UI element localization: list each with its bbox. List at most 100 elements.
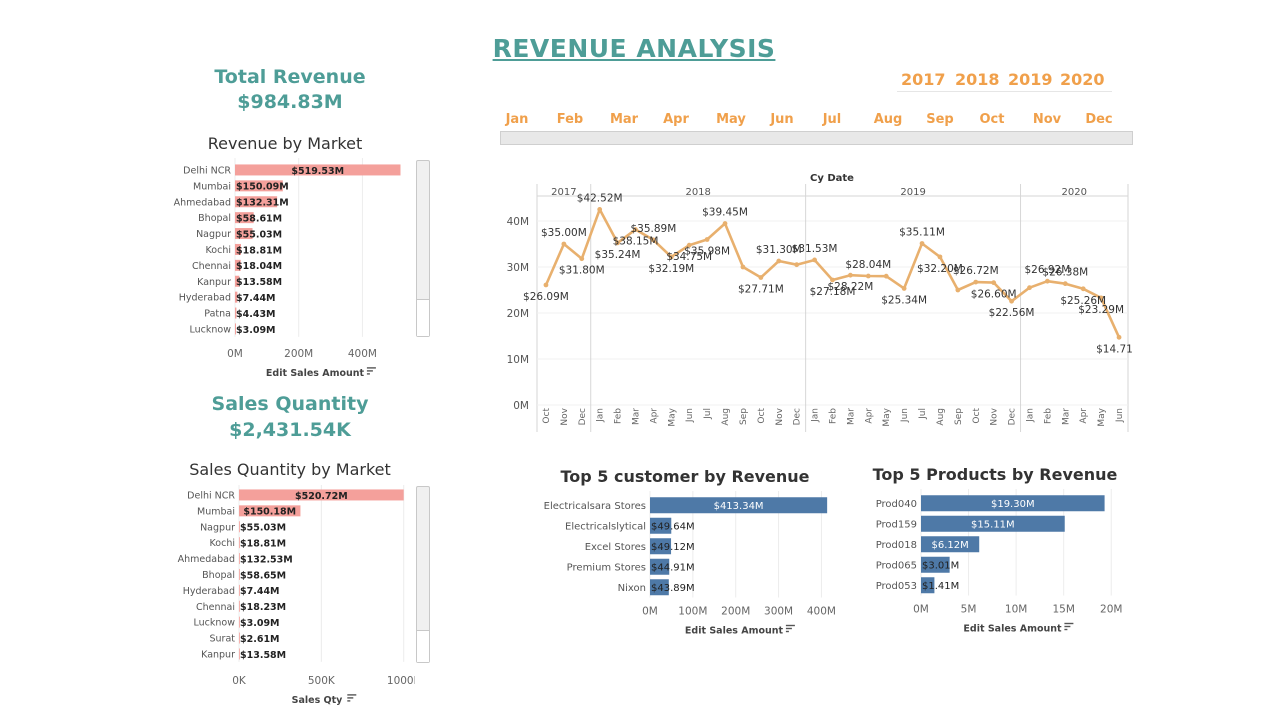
year-filter-2018[interactable]: 2018 — [955, 70, 1000, 89]
month-filter-nov[interactable]: Nov — [1027, 112, 1067, 127]
point-label: $38.15M — [613, 236, 659, 248]
month-slider-track[interactable] — [500, 131, 1133, 145]
month-filter-may[interactable]: May — [711, 112, 751, 127]
category-label-prod065: Prod065 — [876, 560, 917, 571]
point-label: $25.34M — [881, 294, 927, 306]
category-label-hyderabad: Hyderabad — [179, 293, 231, 304]
data-label-delhi-ncr: $519.53M — [291, 166, 344, 177]
x-tick-label: 0M — [227, 348, 243, 360]
category-label-kanpur: Kanpur — [201, 649, 235, 660]
category-label-mumbai: Mumbai — [197, 506, 235, 517]
category-label-premium-stores: Premium Stores — [567, 562, 646, 573]
data-point — [579, 256, 585, 262]
data-point — [794, 262, 800, 268]
month-filter-oct[interactable]: Oct — [972, 112, 1012, 127]
point-label: $35.00M — [541, 227, 587, 239]
month-filter-jan[interactable]: Jan — [497, 112, 537, 127]
category-label-surat: Surat — [209, 634, 235, 645]
top-customers-chart: Electricalsara Stores $413.34M Electricals… — [544, 491, 836, 637]
category-label-kochi: Kochi — [210, 538, 235, 549]
x-tick-label: Sep — [739, 408, 749, 425]
category-label-chennai: Chennai — [196, 602, 235, 613]
x-tick-label: Jan — [596, 408, 606, 423]
data-point — [973, 279, 979, 285]
x-tick-label: Jul — [703, 408, 713, 420]
x-tick-label: Oct — [757, 408, 767, 424]
total-revenue-value: $984.83M — [237, 91, 343, 113]
point-label: $42.52M — [577, 192, 623, 204]
top-products-title: Top 5 Products by Revenue — [872, 465, 1118, 484]
x-tick-label: Oct — [972, 408, 982, 424]
data-label-kochi: $18.81M — [236, 245, 282, 256]
data-label-kanpur: $13.58M — [240, 650, 286, 661]
x-tick-label: 0K — [232, 675, 247, 687]
sales-qty-by-market-title: Sales Quantity by Market — [189, 460, 391, 479]
data-label-chennai: $18.23M — [240, 602, 286, 613]
data-label-prod053: $1.41M — [922, 581, 959, 592]
month-filter-apr[interactable]: Apr — [656, 112, 696, 127]
data-point — [848, 272, 853, 278]
x-tick-label: 15M — [1052, 604, 1074, 616]
x-tick-label: Nov — [560, 407, 570, 425]
point-label: $28.22M — [828, 281, 874, 293]
x-tick-label: Sep — [954, 408, 964, 425]
data-point — [919, 241, 925, 246]
page-title: REVENUE ANALYSIS — [492, 34, 776, 63]
data-label-lucknow: $3.09M — [240, 618, 280, 629]
x-tick-label: Mar — [632, 408, 642, 425]
point-label: $27.71M — [738, 284, 784, 296]
sales-qty-market-scrollbar-thumb[interactable] — [417, 630, 429, 662]
x-axis-title: Edit Sales Amount — [963, 624, 1062, 635]
x-tick-label: Aug — [721, 408, 731, 426]
category-label-bhopal: Bhopal — [198, 213, 231, 224]
category-label-excel-stores: Excel Stores — [585, 542, 646, 553]
category-label-delhi-ncr: Delhi NCR — [187, 490, 235, 501]
data-label-bhopal: $58.61M — [236, 213, 282, 224]
x-axis-title: Edit Sales Amount — [266, 368, 365, 379]
category-label-electricalslytical: Electricalslytical — [565, 521, 646, 532]
revenue-by-market-title: Revenue by Market — [207, 134, 363, 153]
y-tick-label: 40M — [507, 216, 529, 228]
x-tick-label: May — [1097, 407, 1107, 426]
data-point — [543, 282, 549, 288]
x-tick-label: Apr — [649, 408, 659, 424]
year-filter-2017[interactable]: 2017 — [901, 70, 946, 89]
category-label-ahmedabad: Ahmedabad — [178, 554, 235, 565]
data-point — [883, 273, 889, 279]
sort-icon — [1064, 622, 1074, 631]
point-label: $35.11M — [899, 226, 945, 238]
month-filter-aug[interactable]: Aug — [868, 112, 908, 127]
month-filter-mar[interactable]: Mar — [604, 112, 644, 127]
year-filter-2020[interactable]: 2020 — [1060, 70, 1105, 89]
x-tick-label: Oct — [542, 408, 552, 424]
revenue-market-scrollbar-thumb[interactable] — [417, 299, 429, 336]
data-point — [740, 264, 746, 270]
month-filter-jul[interactable]: Jul — [812, 112, 852, 127]
data-point — [991, 280, 997, 286]
sales-qty-market-scrollbar[interactable] — [416, 486, 430, 663]
data-label-nagpur: $55.03M — [236, 229, 282, 240]
data-label-patna: $4.43M — [236, 309, 276, 320]
category-label-nagpur: Nagpur — [200, 522, 235, 533]
data-label-prod018: $6.12M — [931, 540, 968, 551]
x-tick-label: Dec — [1008, 408, 1018, 425]
data-label-excel-stores: $49.12M — [651, 542, 695, 553]
point-label: $14.71M — [1096, 343, 1133, 355]
year-filter-2019[interactable]: 2019 — [1008, 70, 1053, 89]
category-label-lucknow: Lucknow — [190, 324, 232, 335]
x-tick-label: Feb — [829, 408, 839, 424]
month-filter-jun[interactable]: Jun — [762, 112, 802, 127]
data-point — [1045, 278, 1050, 284]
data-label-surat: $2.61M — [240, 634, 280, 645]
month-filter-dec[interactable]: Dec — [1079, 112, 1119, 127]
data-label-mumbai: $150.18M — [243, 507, 296, 518]
x-tick-label: 0M — [642, 606, 658, 618]
revenue-market-scrollbar[interactable] — [416, 160, 430, 337]
point-label: $31.53M — [792, 243, 838, 255]
month-filter-sep[interactable]: Sep — [920, 112, 960, 127]
top-customers-title: Top 5 customer by Revenue — [560, 467, 810, 486]
x-tick-label: 300M — [764, 606, 793, 618]
month-filter-feb[interactable]: Feb — [550, 112, 590, 127]
x-tick-label: 1000K — [387, 675, 415, 687]
data-point — [776, 258, 782, 264]
